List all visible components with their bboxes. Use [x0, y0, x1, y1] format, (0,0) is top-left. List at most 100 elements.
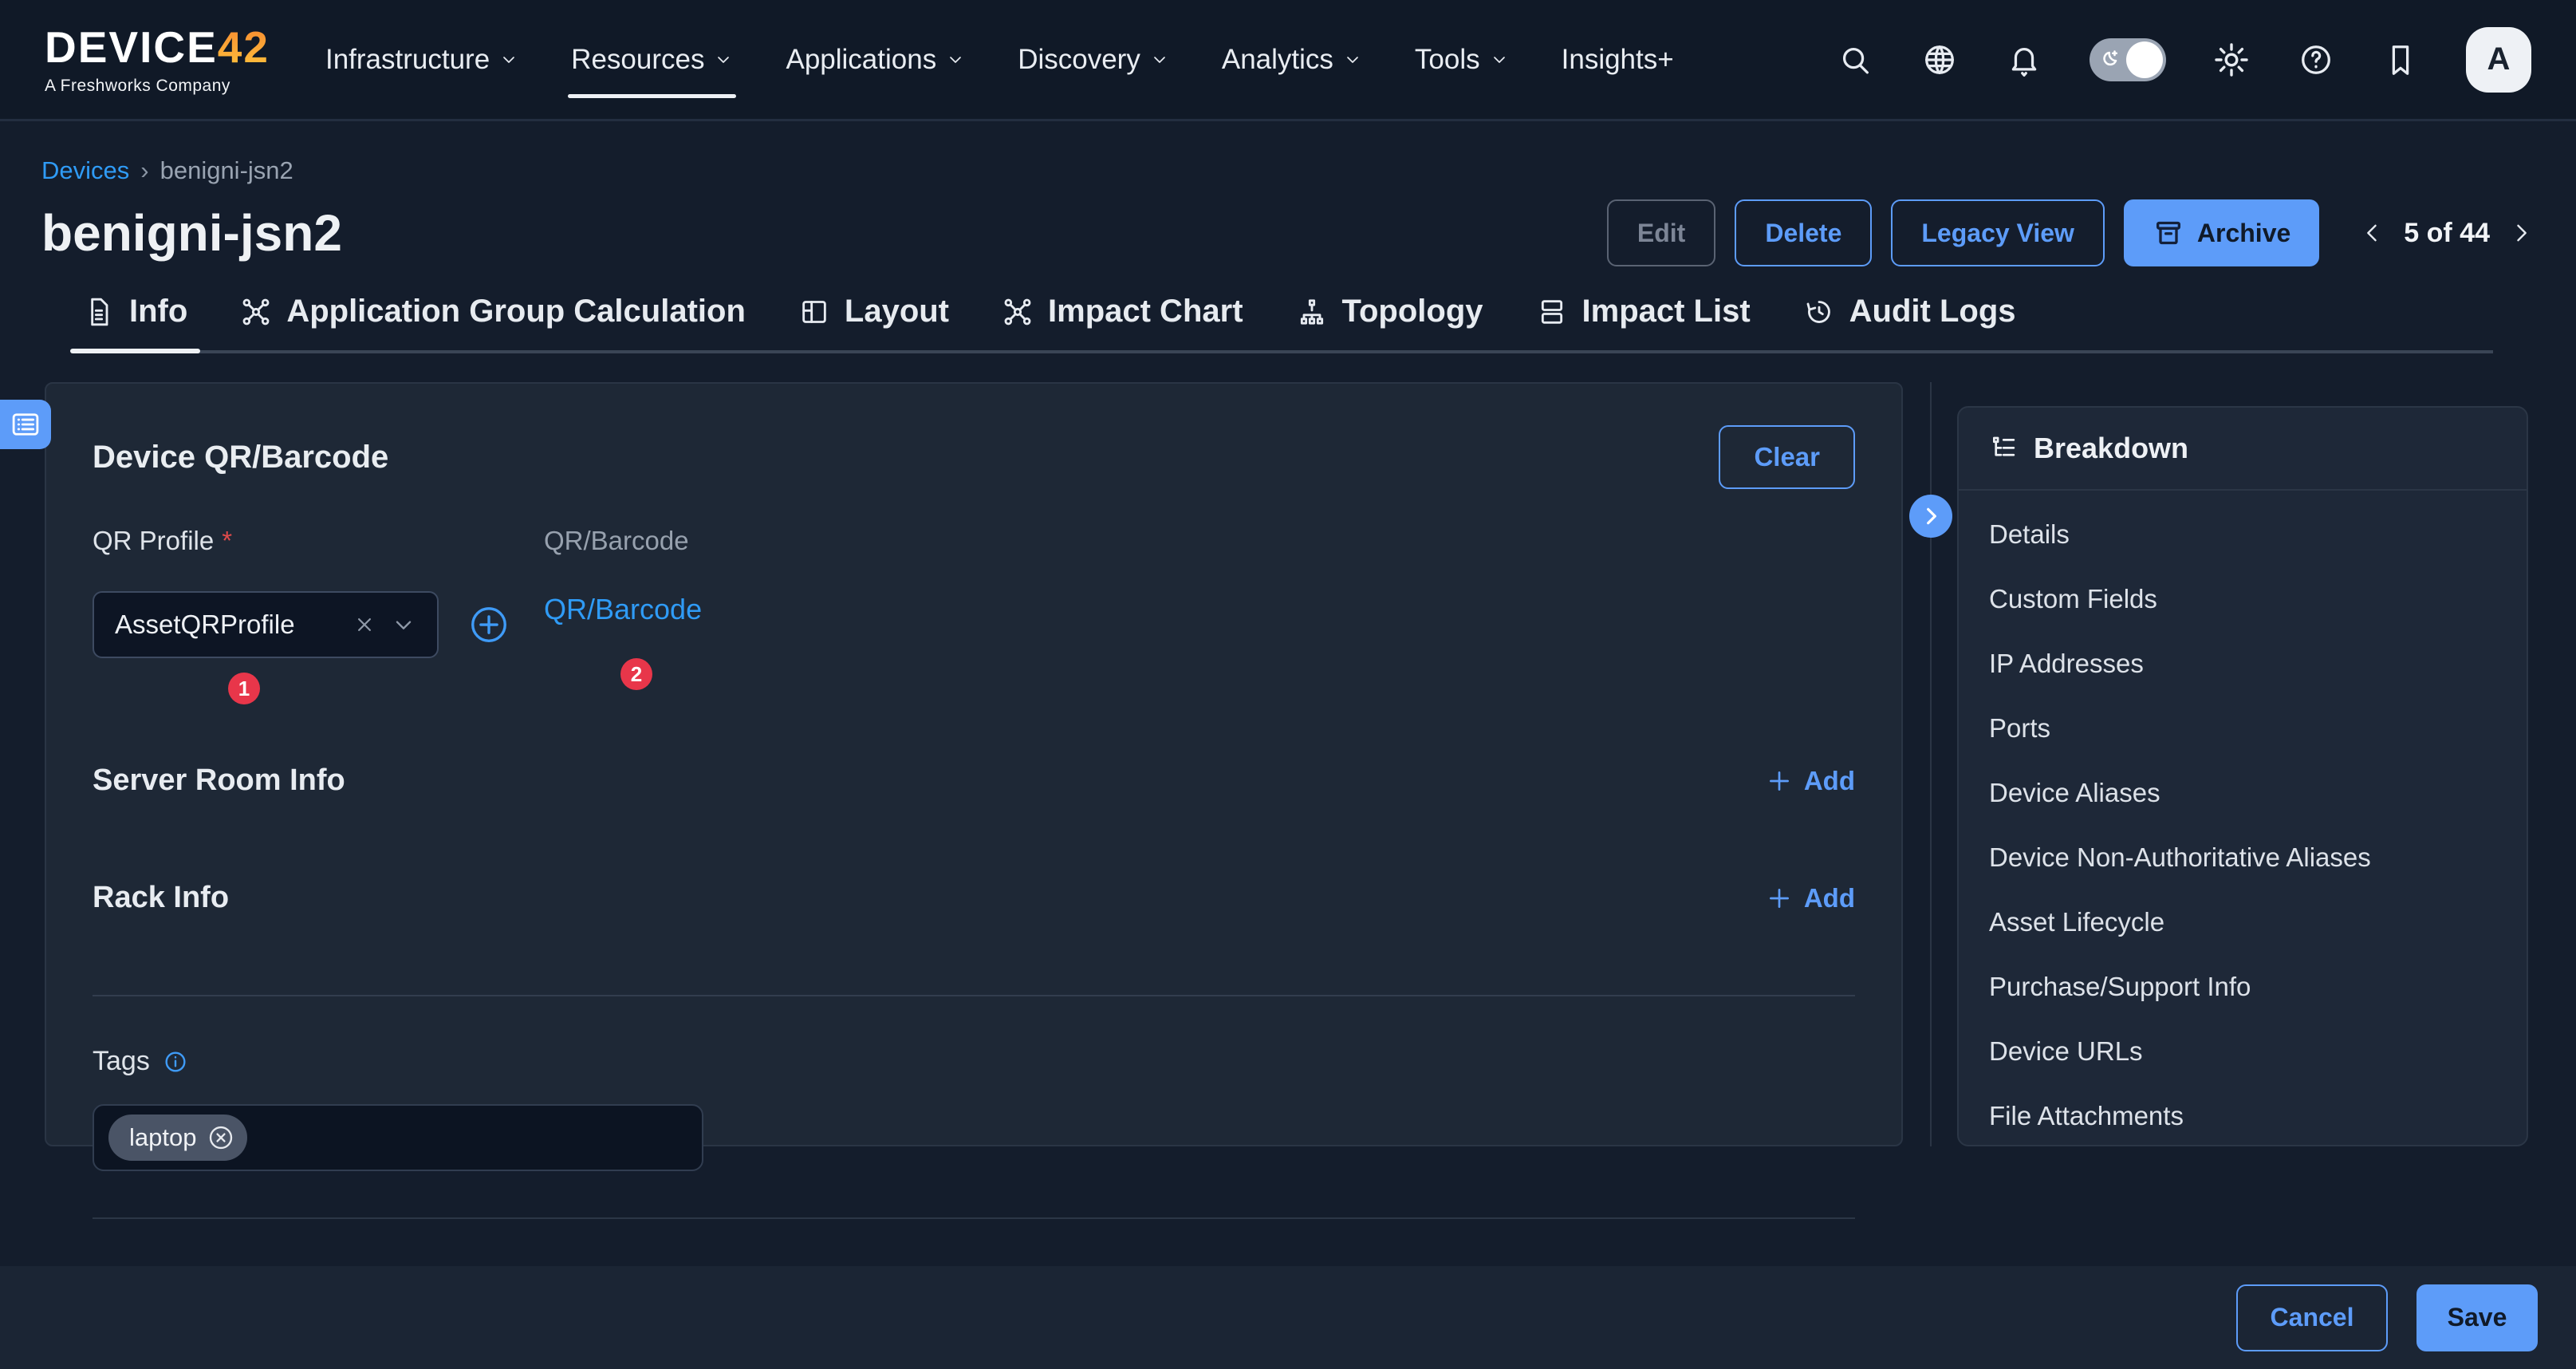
device42-logo[interactable]: DEVICE42 A Freshworks Company: [45, 26, 270, 94]
list-panel-icon: [9, 408, 42, 441]
server-room-section: Server Room Info Add: [93, 763, 1855, 798]
nav-label: Resources: [571, 44, 704, 76]
tab-label: Impact Chart: [1048, 294, 1243, 329]
chevron-right-icon: [2507, 219, 2535, 247]
tab-impact-chart[interactable]: Impact Chart: [1002, 294, 1243, 329]
clear-button[interactable]: Clear: [1719, 425, 1855, 489]
page-title: benigni-jsn2: [41, 203, 342, 262]
breadcrumb-devices-link[interactable]: Devices: [41, 156, 129, 185]
history-icon: [1803, 296, 1835, 328]
settings-button[interactable]: [2212, 41, 2251, 79]
notifications-button[interactable]: [2005, 41, 2043, 79]
x-icon: [353, 613, 376, 637]
nav-applications[interactable]: Applications: [786, 0, 965, 119]
qr-profile-label: QR Profile*: [93, 526, 544, 556]
breakdown-item-file-attachments[interactable]: File Attachments: [1989, 1083, 2496, 1146]
add-label: Add: [1804, 766, 1855, 796]
breakdown-item-purchase-support-info[interactable]: Purchase/Support Info: [1989, 954, 2496, 1019]
tab-label: Impact List: [1582, 294, 1751, 329]
cancel-button[interactable]: Cancel: [2236, 1284, 2388, 1351]
theme-toggle[interactable]: [2090, 38, 2166, 81]
nav-label: Analytics: [1222, 44, 1333, 76]
info-icon[interactable]: [163, 1049, 188, 1075]
side-panel-toggle[interactable]: [0, 400, 51, 449]
delete-button[interactable]: Delete: [1735, 199, 1872, 266]
breakdown-item-ip-addresses[interactable]: IP Addresses: [1989, 631, 2496, 696]
qr-barcode-link[interactable]: QR/Barcode: [544, 593, 702, 626]
nav-insights[interactable]: Insights+: [1562, 0, 1674, 119]
chevron-down-icon: [391, 612, 416, 637]
page-header: Devices › benigni-jsn2 benigni-jsn2 Edit…: [0, 156, 2576, 353]
tab-label: Info: [129, 294, 187, 329]
plus-icon: [1766, 767, 1793, 795]
nav-label: Discovery: [1018, 44, 1140, 76]
open-dropdown-button[interactable]: [391, 612, 416, 637]
server-room-add-button[interactable]: Add: [1766, 766, 1855, 796]
tag-chip: laptop: [108, 1115, 247, 1161]
save-button[interactable]: Save: [2416, 1284, 2538, 1351]
pager-next-button[interactable]: [2507, 219, 2535, 247]
qr-form-row: QR Profile* AssetQRProfile 1 QR/Barcode …: [93, 526, 1855, 704]
chevron-down-icon: [1150, 50, 1169, 69]
nav-resources[interactable]: Resources: [571, 0, 733, 119]
chevron-down-icon: [714, 50, 733, 69]
clear-selection-button[interactable]: [353, 613, 376, 637]
chevron-left-icon: [2359, 219, 2386, 247]
breakdown-panel: Breakdown Details Custom Fields IP Addre…: [1957, 406, 2528, 1146]
breakdown-item-device-aliases[interactable]: Device Aliases: [1989, 760, 2496, 825]
content-area: Device QR/Barcode Clear QR Profile* Asse…: [0, 382, 2576, 1180]
user-avatar[interactable]: A: [2466, 27, 2531, 93]
breakdown-item-device-urls[interactable]: Device URLs: [1989, 1019, 2496, 1083]
edit-button[interactable]: Edit: [1607, 199, 1715, 266]
breadcrumb-current: benigni-jsn2: [160, 156, 293, 185]
avatar-initial: A: [2487, 41, 2511, 77]
tab-topology[interactable]: Topology: [1296, 294, 1483, 329]
main-nav: Infrastructure Resources Applications Di…: [325, 0, 1674, 119]
pager-prev-button[interactable]: [2359, 219, 2386, 247]
qr-profile-select[interactable]: AssetQRProfile: [93, 591, 439, 658]
search-icon: [1837, 41, 1873, 78]
nav-tools[interactable]: Tools: [1415, 0, 1509, 119]
nav-label: Insights+: [1562, 44, 1674, 76]
nav-discovery[interactable]: Discovery: [1018, 0, 1169, 119]
plus-circle-icon: [467, 603, 510, 646]
remove-tag-icon[interactable]: [206, 1122, 236, 1153]
qr-barcode-column: QR/Barcode QR/Barcode 2: [544, 526, 702, 704]
tags-input[interactable]: laptop: [93, 1104, 703, 1171]
chevron-down-icon: [1343, 50, 1362, 69]
nav-label: Applications: [786, 44, 936, 76]
help-button[interactable]: [2297, 41, 2335, 79]
breakdown-item-ports[interactable]: Ports: [1989, 696, 2496, 760]
collapse-breakdown-button[interactable]: [1909, 495, 1952, 538]
breadcrumb-separator: ›: [140, 156, 148, 185]
bookmarks-button[interactable]: [2381, 41, 2420, 79]
breakdown-item-asset-lifecycle[interactable]: Asset Lifecycle: [1989, 890, 2496, 954]
logo-text: DEVICE42: [45, 26, 270, 69]
qr-profile-column: QR Profile* AssetQRProfile 1: [93, 526, 544, 704]
tab-info[interactable]: Info: [83, 294, 187, 329]
legacy-view-button[interactable]: Legacy View: [1891, 199, 2105, 266]
rack-add-button[interactable]: Add: [1766, 883, 1855, 913]
breakdown-item-details[interactable]: Details: [1989, 502, 2496, 566]
tab-audit-logs[interactable]: Audit Logs: [1803, 294, 2016, 329]
top-navigation-bar: DEVICE42 A Freshworks Company Infrastruc…: [0, 0, 2576, 121]
qr-section-header: Device QR/Barcode Clear: [93, 425, 1855, 489]
qr-profile-label-text: QR Profile: [93, 526, 214, 556]
tab-layout[interactable]: Layout: [798, 294, 949, 329]
breakdown-item-device-non-authoritative-aliases[interactable]: Device Non-Authoritative Aliases: [1989, 825, 2496, 890]
help-icon: [2298, 41, 2334, 78]
tab-impact-list[interactable]: Impact List: [1536, 294, 1751, 329]
add-qr-profile-button[interactable]: [467, 603, 510, 646]
moon-icon: [2094, 45, 2123, 74]
tab-label: Audit Logs: [1849, 294, 2016, 329]
nav-infrastructure[interactable]: Infrastructure: [325, 0, 518, 119]
tab-application-group-calculation[interactable]: Application Group Calculation: [240, 294, 746, 329]
tree-list-icon: [1989, 433, 2019, 464]
section-divider: [93, 995, 1855, 996]
language-button[interactable]: [1920, 41, 1959, 79]
title-row: benigni-jsn2 Edit Delete Legacy View Arc…: [41, 199, 2535, 266]
nav-analytics[interactable]: Analytics: [1222, 0, 1362, 119]
search-button[interactable]: [1836, 41, 1874, 79]
breakdown-item-custom-fields[interactable]: Custom Fields: [1989, 566, 2496, 631]
archive-button[interactable]: Archive: [2124, 199, 2319, 266]
